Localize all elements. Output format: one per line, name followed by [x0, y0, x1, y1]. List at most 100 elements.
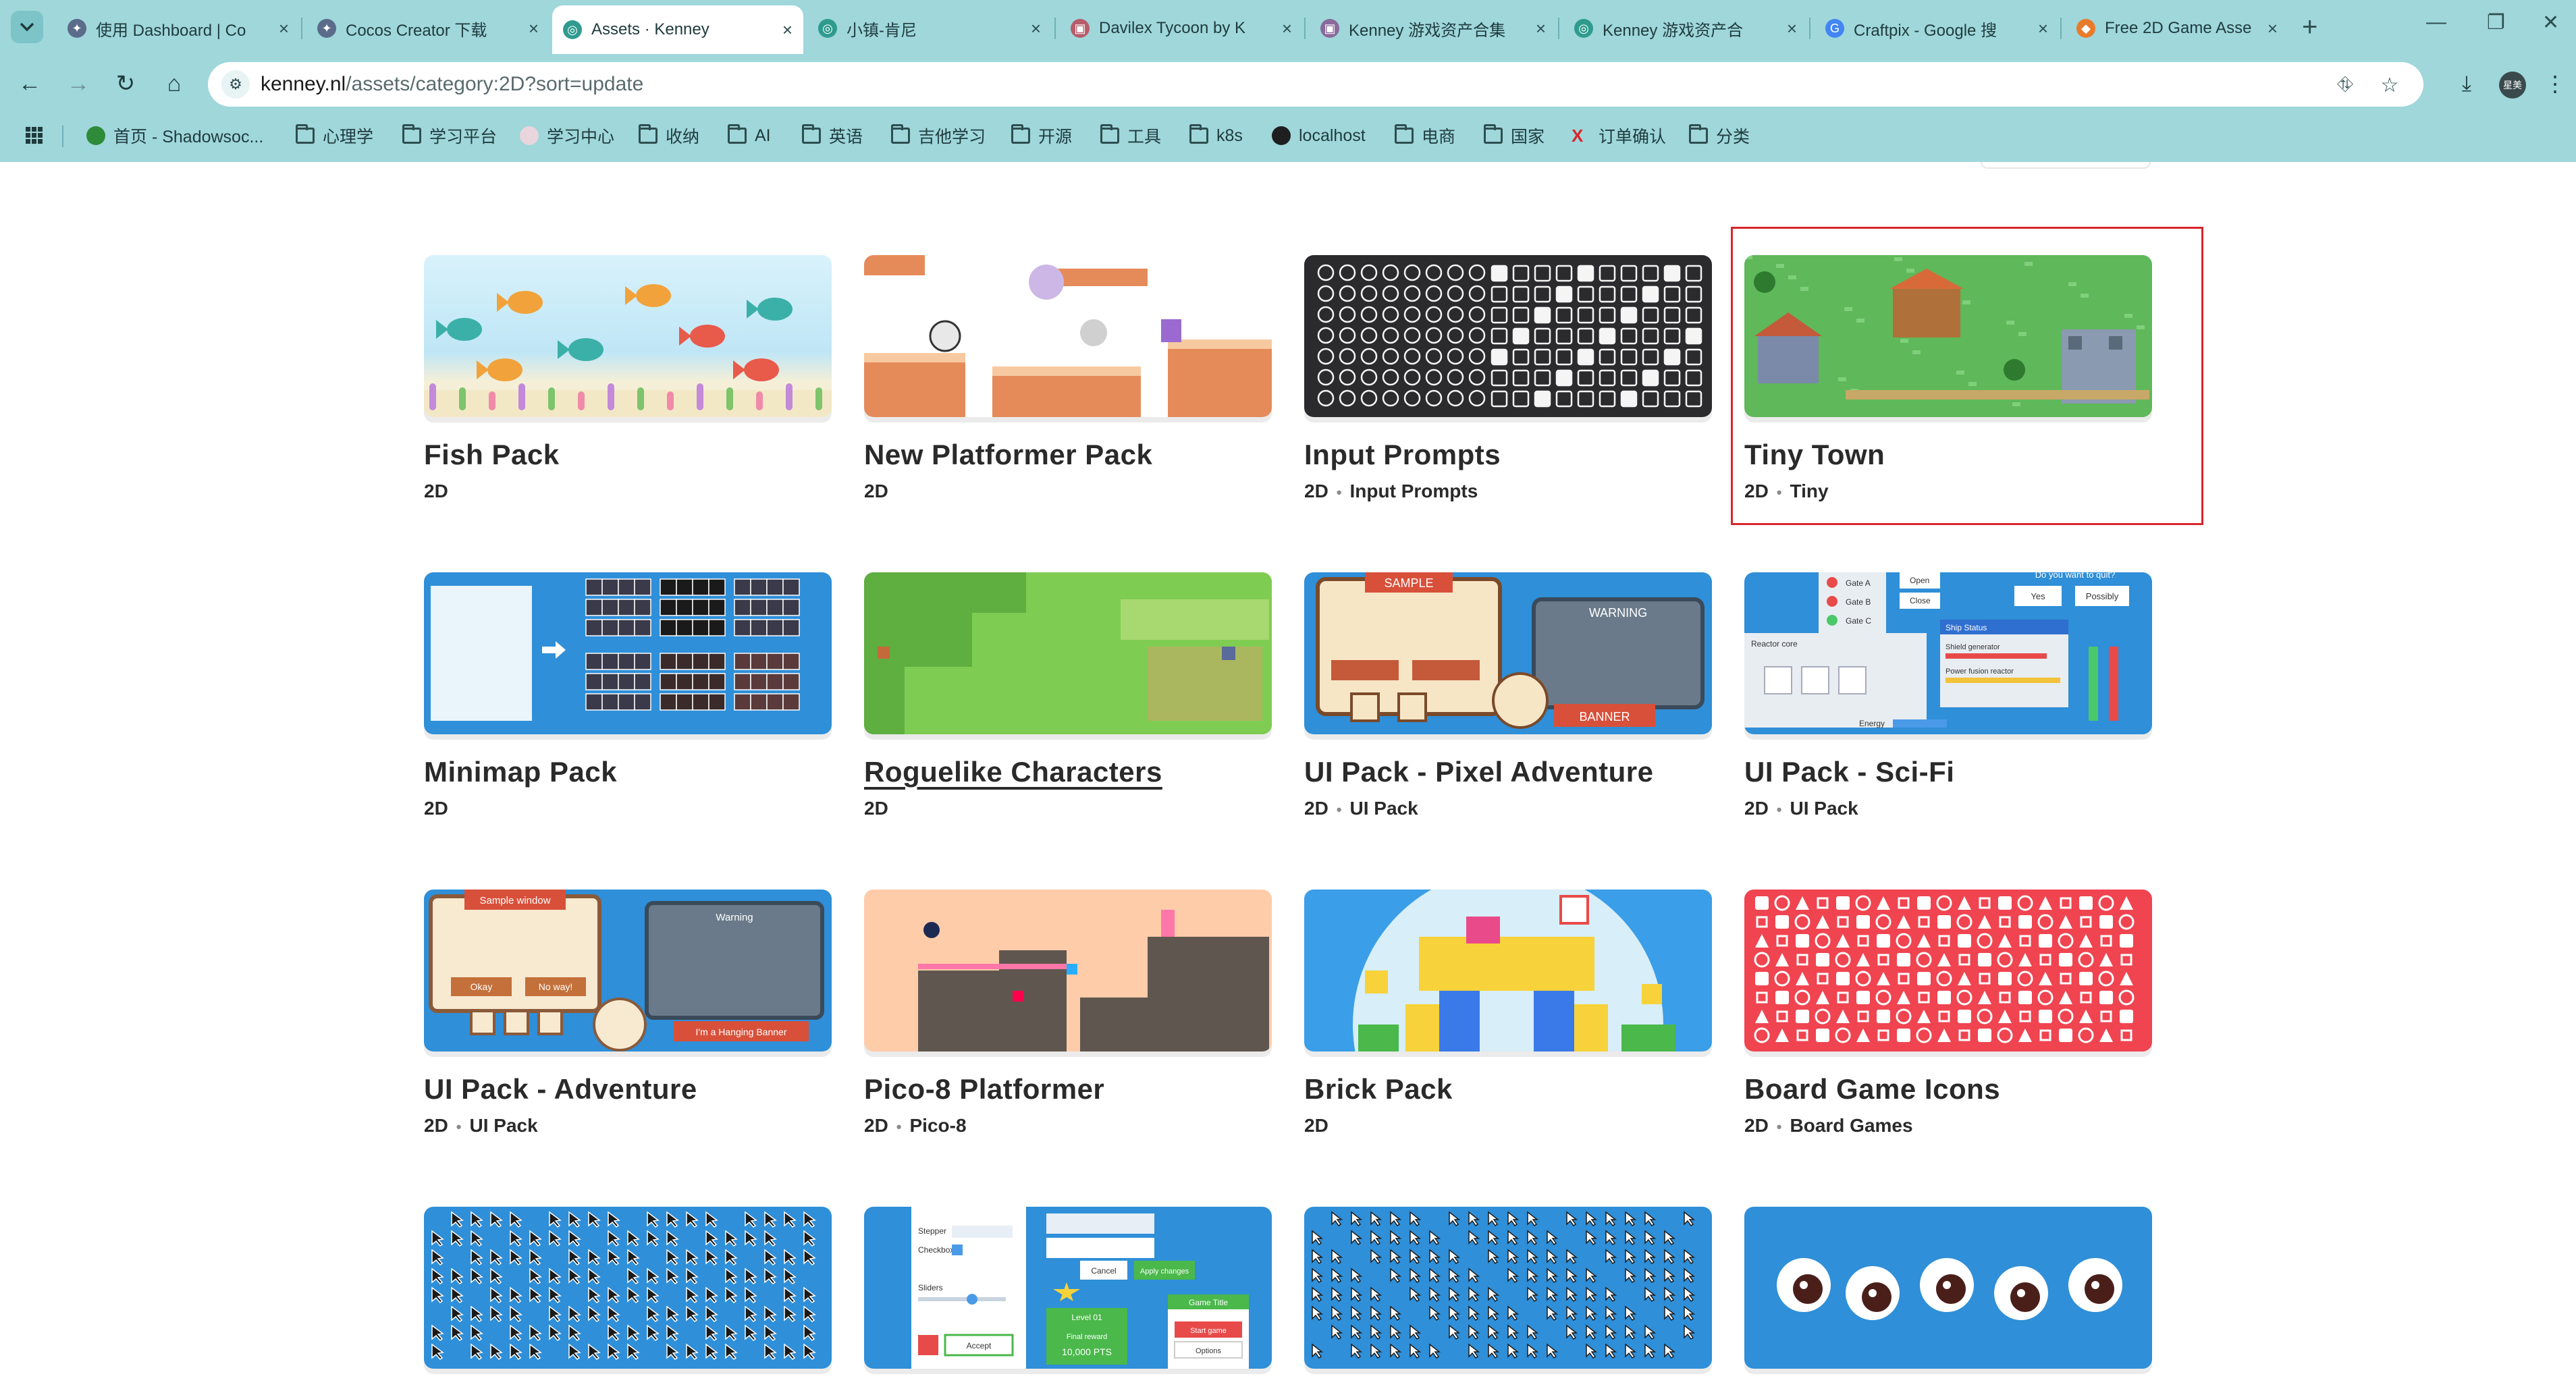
- bookmark-item[interactable]: 国家: [1484, 121, 1545, 150]
- asset-title[interactable]: Pico-8 Platformer: [864, 1073, 1272, 1105]
- bookmark-item[interactable]: 吉他学习: [891, 121, 986, 150]
- ui-pixel-adventure-thumbnail[interactable]: SAMPLE WARNING BANNER: [1304, 572, 1712, 734]
- cursor-pack-thumbnail[interactable]: [424, 1207, 832, 1369]
- close-window-icon[interactable]: ✕: [2542, 11, 2559, 34]
- bookmark-item[interactable]: 收纳: [639, 121, 699, 150]
- new-tab-button[interactable]: +: [2302, 12, 2317, 42]
- asset-card[interactable]: Fish Pack 2D: [424, 255, 832, 502]
- tab-7[interactable]: G Craftpix - Google 搜 ×: [1815, 7, 2059, 50]
- menu-icon[interactable]: ⋮: [2544, 69, 2566, 99]
- bookmark-star-icon[interactable]: ☆: [2376, 72, 2403, 99]
- bookmark-item[interactable]: 学习平台: [402, 121, 497, 150]
- asset-card[interactable]: Tiny Town 2D • Tiny: [1744, 255, 2152, 502]
- asset-tag[interactable]: 2D: [1304, 798, 1329, 819]
- bookmark-item[interactable]: localhost: [1272, 121, 1366, 150]
- pico8-platformer-thumbnail[interactable]: [864, 890, 1272, 1051]
- reload-icon[interactable]: ↻: [109, 67, 142, 100]
- asset-title[interactable]: Input Prompts: [1304, 439, 1712, 471]
- asset-tag[interactable]: 2D: [424, 1115, 448, 1136]
- asset-card[interactable]: Minimap Pack 2D: [424, 572, 832, 819]
- asset-card[interactable]: [424, 1207, 832, 1369]
- site-info-icon[interactable]: ⚙: [221, 70, 250, 99]
- asset-tag[interactable]: UI Pack: [470, 1115, 538, 1136]
- tab-6[interactable]: ◎ Kenney 游戏资产合 ×: [1563, 7, 1808, 50]
- forward-icon[interactable]: →: [62, 67, 95, 100]
- input-prompts-thumbnail[interactable]: [1304, 255, 1712, 417]
- asset-title[interactable]: Tiny Town: [1744, 439, 2152, 471]
- bookmark-item[interactable]: 首页 - Shadowsoc...: [86, 121, 263, 150]
- asset-title[interactable]: Fish Pack: [424, 439, 832, 471]
- sort-control[interactable]: [1981, 162, 2151, 169]
- asset-tag[interactable]: 2D: [864, 1115, 888, 1136]
- asset-card[interactable]: [1744, 1207, 2152, 1369]
- asset-card[interactable]: [1304, 1207, 1712, 1369]
- home-icon[interactable]: ⌂: [158, 67, 190, 100]
- back-icon[interactable]: ←: [14, 67, 46, 100]
- brick-pack-thumbnail[interactable]: [1304, 890, 1712, 1051]
- cursor-pixel-thumbnail[interactable]: [1304, 1207, 1712, 1369]
- asset-card[interactable]: Brick Pack 2D: [1304, 890, 1712, 1137]
- download-icon[interactable]: ⤓: [2452, 69, 2481, 99]
- asset-tag[interactable]: 2D: [424, 481, 448, 501]
- bookmark-item[interactable]: 工具: [1100, 121, 1161, 150]
- close-icon[interactable]: ×: [1282, 18, 1292, 39]
- board-game-icons-thumbnail[interactable]: [1744, 890, 2152, 1051]
- close-icon[interactable]: ×: [782, 20, 793, 40]
- asset-tag[interactable]: 2D: [1744, 481, 1769, 501]
- bookmark-item[interactable]: AI: [728, 121, 771, 150]
- url-text[interactable]: kenney.nl/assets/category:2D?sort=update: [261, 73, 643, 96]
- googly-eyes-thumbnail[interactable]: [1744, 1207, 2152, 1369]
- asset-card[interactable]: Gate A Gate B Gate C Open Close Do you want t…: [1744, 572, 2152, 819]
- minimize-icon[interactable]: —: [2426, 11, 2446, 34]
- asset-tag[interactable]: Tiny: [1790, 481, 1829, 501]
- close-icon[interactable]: ×: [2268, 18, 2278, 39]
- tab-8[interactable]: ◆ Free 2D Game Asse ×: [2066, 7, 2288, 50]
- roguelike-characters-thumbnail[interactable]: [864, 572, 1272, 734]
- tab-5[interactable]: ▣ Kenney 游戏资产合集 ×: [1310, 7, 1557, 50]
- ui-pack-thumbnail[interactable]: Stepper Checkbox Sliders Accept Cancel Apply …: [864, 1207, 1272, 1369]
- bookmark-item[interactable]: k8s: [1189, 121, 1243, 150]
- asset-tag[interactable]: 2D: [1744, 1115, 1769, 1136]
- restore-icon[interactable]: ❐: [2487, 11, 2505, 34]
- asset-title[interactable]: Brick Pack: [1304, 1073, 1712, 1105]
- bookmark-item[interactable]: 分类: [1689, 121, 1750, 150]
- asset-tag[interactable]: 2D: [1304, 481, 1329, 501]
- close-icon[interactable]: ×: [2038, 18, 2048, 39]
- avatar[interactable]: 星美: [2499, 72, 2526, 99]
- close-icon[interactable]: ×: [279, 18, 289, 39]
- close-icon[interactable]: ×: [1787, 18, 1797, 39]
- asset-tag[interactable]: Board Games: [1790, 1115, 1913, 1136]
- asset-tag[interactable]: 2D: [1304, 1115, 1329, 1136]
- bookmark-item[interactable]: X 订单确认: [1572, 121, 1666, 150]
- tab-4[interactable]: ▣ Davilex Tycoon by K ×: [1060, 7, 1303, 50]
- fish-pack-thumbnail[interactable]: [424, 255, 832, 417]
- translate-icon[interactable]: ⛗: [2332, 72, 2359, 99]
- bookmark-item[interactable]: 开源: [1011, 121, 1072, 150]
- asset-tag[interactable]: 2D: [1744, 798, 1769, 819]
- asset-tag[interactable]: UI Pack: [1790, 798, 1858, 819]
- asset-tag[interactable]: 2D: [424, 798, 448, 819]
- tab-2[interactable]: ◎ Assets · Kenney ×: [552, 5, 803, 54]
- asset-card[interactable]: Stepper Checkbox Sliders Accept Cancel Apply …: [864, 1207, 1272, 1369]
- close-icon[interactable]: ×: [1536, 18, 1546, 39]
- asset-title[interactable]: UI Pack - Pixel Adventure: [1304, 756, 1712, 788]
- asset-card[interactable]: SAMPLE WARNING BANNER UI Pack - Pixel Adven…: [1304, 572, 1712, 819]
- ui-adventure-thumbnail[interactable]: Sample window Okay No way! Warning I'm a Han…: [424, 890, 832, 1051]
- asset-tag[interactable]: 2D: [864, 798, 888, 819]
- asset-card[interactable]: Pico-8 Platformer 2D • Pico-8: [864, 890, 1272, 1137]
- minimap-thumbnail[interactable]: [424, 572, 832, 734]
- tab-3[interactable]: ◎ 小镇-肯尼 ×: [807, 7, 1052, 50]
- asset-card[interactable]: Roguelike Characters 2D: [864, 572, 1272, 819]
- tab-1[interactable]: ✦ Cocos Creator 下载 ×: [306, 7, 549, 50]
- new-platformer-thumbnail[interactable]: [864, 255, 1272, 417]
- asset-tag[interactable]: Pico-8: [910, 1115, 967, 1136]
- asset-tag[interactable]: UI Pack: [1350, 798, 1418, 819]
- asset-title[interactable]: Minimap Pack: [424, 756, 832, 788]
- asset-card[interactable]: New Platformer Pack 2D: [864, 255, 1272, 502]
- asset-title[interactable]: UI Pack - Adventure: [424, 1073, 832, 1105]
- asset-card[interactable]: Input Prompts 2D • Input Prompts: [1304, 255, 1712, 502]
- asset-card[interactable]: Sample window Okay No way! Warning I'm a Han…: [424, 890, 832, 1137]
- tab-0[interactable]: ✦ 使用 Dashboard | Co ×: [57, 7, 300, 50]
- bookmark-item[interactable]: 学习中心: [520, 121, 614, 150]
- tiny-town-thumbnail[interactable]: [1744, 255, 2152, 417]
